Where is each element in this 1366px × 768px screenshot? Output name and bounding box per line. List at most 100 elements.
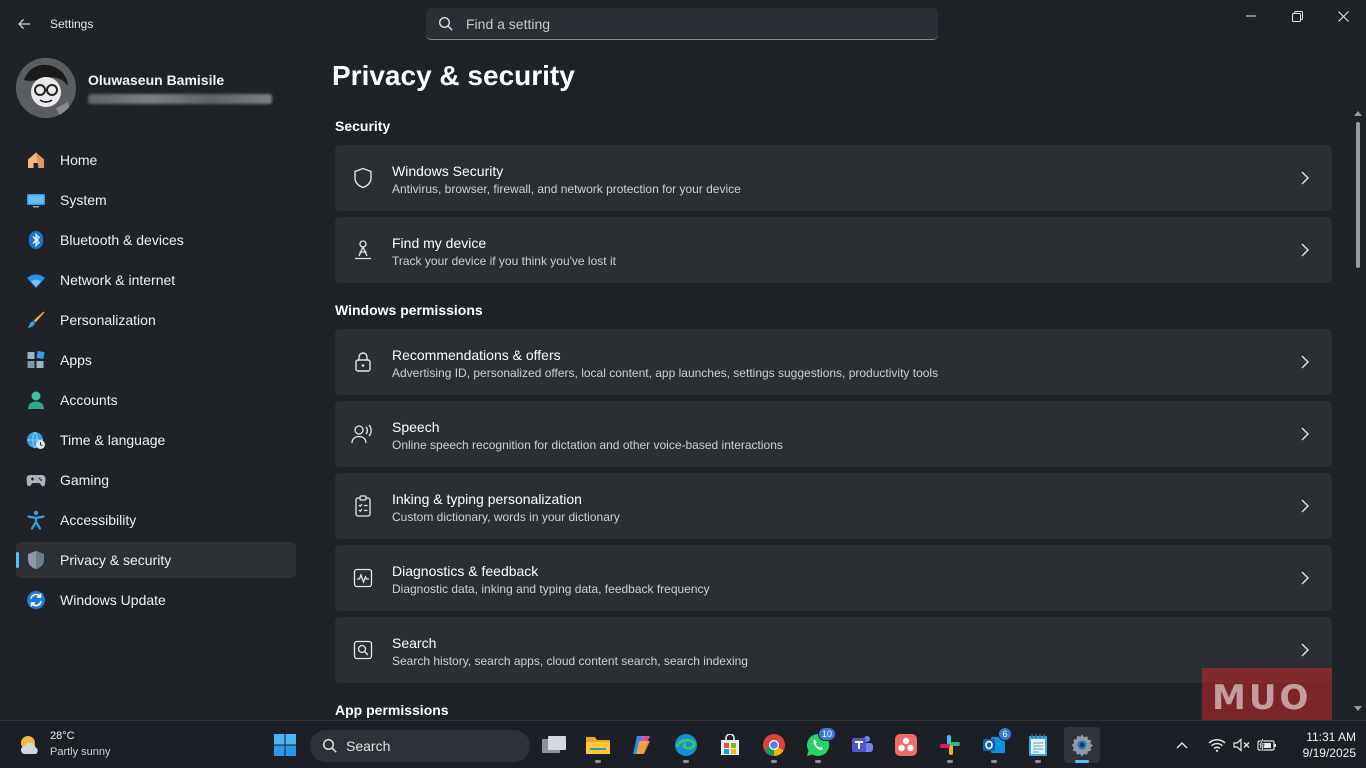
sidebar-item-accessibility[interactable]: Accessibility: [16, 502, 296, 538]
weather-condition: Partly sunny: [50, 746, 111, 758]
section-heading-app-permissions: App permissions: [335, 702, 449, 718]
sidebar-item-apps[interactable]: Apps: [16, 342, 296, 378]
sidebar-item-home[interactable]: Home: [16, 142, 296, 178]
chevron-right-icon: [1301, 171, 1309, 185]
wifi-status-button[interactable]: [1208, 721, 1226, 768]
sidebar-item-label: Bluetooth & devices: [60, 232, 184, 248]
sidebar-item-label: Apps: [60, 352, 92, 368]
settings-button[interactable]: [1064, 727, 1100, 763]
task-view-icon: [542, 736, 566, 753]
user-profile[interactable]: Oluwaseun Bamisile: [16, 58, 306, 118]
volume-muted-icon: [1233, 738, 1250, 752]
sidebar-item-time-language[interactable]: Time & language: [16, 422, 296, 458]
clock-date: 9/19/2025: [1302, 746, 1356, 760]
copilot-button[interactable]: [624, 727, 660, 763]
asana-button[interactable]: [888, 727, 924, 763]
scrollbar[interactable]: [1353, 108, 1363, 720]
shield-icon: [26, 550, 46, 570]
notepad-button[interactable]: [1020, 727, 1056, 763]
card-title: Windows Security: [392, 163, 504, 179]
outlook-button[interactable]: 6: [976, 727, 1012, 763]
setting-card-find-my-device[interactable]: Find my device Track your device if you …: [335, 217, 1332, 283]
sidebar-item-system[interactable]: System: [16, 182, 296, 218]
file-explorer-button[interactable]: [580, 727, 616, 763]
microsoft-store-button[interactable]: [712, 727, 748, 763]
avatar: [16, 58, 76, 118]
chrome-button[interactable]: [756, 727, 792, 763]
volume-button[interactable]: [1233, 721, 1251, 768]
home-icon: [26, 150, 46, 170]
sidebar-item-label: Gaming: [60, 472, 110, 488]
restore-icon: [1291, 10, 1303, 22]
battery-charging-icon: [1257, 738, 1276, 752]
store-icon: [721, 734, 739, 755]
teams-icon: [852, 736, 873, 752]
chevron-right-icon: [1301, 643, 1309, 657]
running-indicator: [683, 760, 689, 763]
app-title: Settings: [50, 17, 94, 31]
sidebar-item-gaming[interactable]: Gaming: [16, 462, 296, 498]
sidebar-item-bluetooth-devices[interactable]: Bluetooth & devices: [16, 222, 296, 258]
clipboard-list-icon: [351, 494, 375, 518]
taskbar: 28°C Partly sunny Search 10 6 11:31 AM 9…: [0, 720, 1366, 768]
search-input[interactable]: [466, 8, 926, 39]
card-subtitle: Online speech recognition for dictation …: [392, 438, 783, 452]
restore-button[interactable]: [1274, 0, 1320, 32]
teams-button[interactable]: [844, 727, 880, 763]
setting-card-diagnostics-feedback[interactable]: Diagnostics & feedback Diagnostic data, …: [335, 545, 1332, 611]
setting-card-inking-typing[interactable]: Inking & typing personalization Custom d…: [335, 473, 1332, 539]
running-indicator: [1035, 760, 1041, 763]
title-bar: Settings: [0, 0, 1366, 48]
setting-card-recommendations-offers[interactable]: Recommendations & offers Advertising ID,…: [335, 329, 1332, 395]
search-box-icon: [351, 638, 375, 662]
setting-card-speech[interactable]: Speech Online speech recognition for dic…: [335, 401, 1332, 467]
start-button[interactable]: [267, 727, 303, 763]
system-icon: [26, 190, 46, 210]
card-subtitle: Advertising ID, personalized offers, loc…: [392, 366, 939, 380]
globe-clock-icon: [26, 430, 46, 450]
user-email-redacted: [88, 94, 272, 104]
windows-logo-icon: [274, 734, 296, 756]
minimize-button[interactable]: [1228, 0, 1274, 32]
battery-button[interactable]: [1257, 721, 1277, 768]
running-indicator: [595, 760, 601, 763]
setting-card-search[interactable]: Search Search history, search apps, clou…: [335, 617, 1332, 683]
sidebar-item-label: Privacy & security: [60, 552, 172, 568]
edge-button[interactable]: [668, 727, 704, 763]
section-heading-security: Security: [335, 118, 391, 134]
task-view-button[interactable]: [536, 727, 572, 763]
whatsapp-button[interactable]: 10: [800, 727, 836, 763]
card-subtitle: Track your device if you think you've lo…: [392, 254, 616, 268]
sidebar-item-network-internet[interactable]: Network & internet: [16, 262, 296, 298]
card-subtitle: Diagnostic data, inking and typing data,…: [392, 582, 710, 596]
clock[interactable]: 11:31 AM 9/19/2025: [1286, 729, 1356, 761]
settings-search-box[interactable]: [426, 8, 938, 40]
folder-icon: [586, 737, 610, 754]
chevron-right-icon: [1301, 243, 1309, 257]
accounts-icon: [26, 390, 46, 410]
card-subtitle: Custom dictionary, words in your diction…: [392, 510, 620, 524]
sidebar-item-label: System: [60, 192, 107, 208]
back-button[interactable]: [10, 12, 38, 36]
watermark-text: MUO: [1212, 678, 1312, 718]
notification-badge: 10: [817, 727, 836, 741]
locate-person-icon: [351, 238, 375, 262]
card-subtitle: Search history, search apps, cloud conte…: [392, 654, 748, 668]
shield-outline-icon: [351, 166, 375, 190]
partly-sunny-icon: [21, 736, 38, 754]
chevron-right-icon: [1301, 355, 1309, 369]
weather-widget[interactable]: 28°C Partly sunny: [14, 729, 134, 761]
sidebar-item-accounts[interactable]: Accounts: [16, 382, 296, 418]
sidebar-item-label: Accessibility: [60, 512, 137, 528]
sidebar-item-privacy-security[interactable]: Privacy & security: [16, 542, 296, 578]
slack-button[interactable]: [932, 727, 968, 763]
page-title: Privacy & security: [332, 60, 575, 91]
taskbar-search[interactable]: Search: [310, 730, 530, 762]
show-hidden-icons-button[interactable]: [1176, 721, 1188, 768]
card-subtitle: Antivirus, browser, firewall, and networ…: [392, 182, 741, 196]
setting-card-windows-security[interactable]: Windows Security Antivirus, browser, fir…: [335, 145, 1332, 211]
sidebar-item-personalization[interactable]: Personalization: [16, 302, 296, 338]
sidebar-item-windows-update[interactable]: Windows Update: [16, 582, 296, 618]
scrollbar-thumb[interactable]: [1356, 122, 1360, 268]
close-button[interactable]: [1320, 0, 1366, 32]
